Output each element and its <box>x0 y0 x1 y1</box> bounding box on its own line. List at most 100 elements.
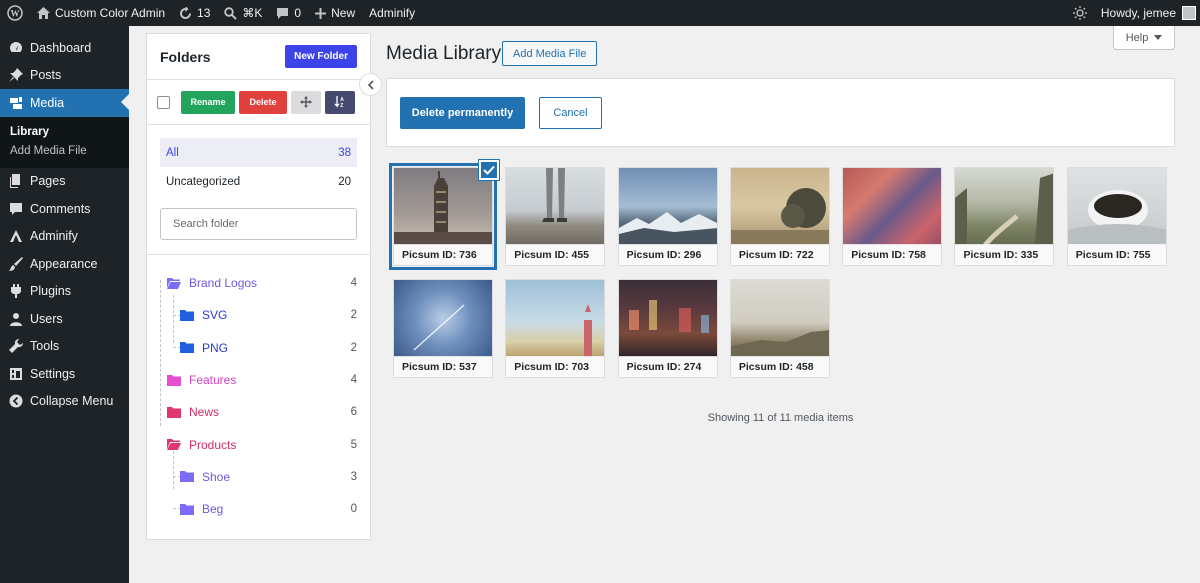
account-menu[interactable]: Howdy, jemee <box>1094 0 1200 26</box>
sidebar-item-label: Adminify <box>30 229 78 244</box>
folder-count: 6 <box>350 406 357 419</box>
selected-checkmark[interactable] <box>479 160 499 180</box>
delete-folder-button[interactable]: Delete <box>239 90 287 114</box>
media-item[interactable]: Picsum ID: 296 <box>617 167 718 266</box>
media-item[interactable]: Picsum ID: 537 <box>393 279 493 378</box>
media-item[interactable]: Picsum ID: 736 <box>389 163 497 270</box>
user-icon <box>10 312 22 326</box>
folder-count: 4 <box>350 277 357 290</box>
search-shortcut: ⌘K <box>242 6 263 20</box>
cancel-button[interactable]: Cancel <box>539 97 602 129</box>
folder-item-products[interactable]: Products 5 <box>147 428 370 460</box>
media-item[interactable]: Picsum ID: 755 <box>1066 167 1167 266</box>
caret-down-icon <box>1154 34 1163 40</box>
folder-icon <box>167 374 181 386</box>
bulk-action-toolbar: Delete permanently Cancel <box>386 78 1175 147</box>
comments-link[interactable]: 0 <box>269 0 308 26</box>
new-label: New <box>331 6 356 20</box>
delete-permanently-button[interactable]: Delete permanently <box>400 97 525 129</box>
folder-count: 4 <box>350 374 357 387</box>
folder-name: Features <box>189 373 237 388</box>
media-caption: Picsum ID: 736 <box>394 244 492 265</box>
site-name: Custom Color Admin <box>55 6 166 20</box>
adminify-link[interactable]: Adminify <box>362 0 422 26</box>
chevron-left-icon <box>367 79 374 90</box>
media-item[interactable]: Picsum ID: 458 <box>729 279 830 378</box>
collapse-icon <box>9 394 23 408</box>
media-caption: Picsum ID: 458 <box>730 356 829 377</box>
submenu-item-library[interactable]: Library <box>0 123 129 142</box>
folder-item-svg[interactable]: SVG 2 <box>147 299 370 331</box>
add-media-file-button[interactable]: Add Media File <box>502 41 598 66</box>
folder-item-brand-logos[interactable]: Brand Logos 4 <box>147 267 370 299</box>
media-caption: Picsum ID: 274 <box>618 356 717 377</box>
search-icon <box>224 6 238 20</box>
folder-uncategorized[interactable]: Uncategorized 20 <box>160 167 357 196</box>
avatar <box>1182 6 1196 20</box>
new-folder-button[interactable]: New Folder <box>285 45 357 68</box>
command-search[interactable]: ⌘K <box>217 0 269 26</box>
folder-open-icon <box>167 277 181 289</box>
rename-button[interactable]: Rename <box>181 90 235 114</box>
site-name-link[interactable]: Custom Color Admin <box>30 0 172 26</box>
sidebar-item-label: Dashboard <box>30 40 92 55</box>
sidebar-item-appearance[interactable]: Appearance <box>0 250 129 278</box>
sidebar-item-label: Comments <box>30 201 91 216</box>
help-tab-button[interactable]: Help <box>1113 26 1175 50</box>
folder-all-count: 38 <box>338 146 351 159</box>
sidebar-item-posts[interactable]: Posts <box>0 62 129 90</box>
media-thumbnail <box>394 168 492 245</box>
media-grid: Picsum ID: 736 Picsum ID: 455 Picsum ID:… <box>389 163 1183 391</box>
folder-tree: Brand Logos 4 SVG 2 PNG 2 Features 4 New… <box>147 254 370 525</box>
folder-item-shoe[interactable]: Shoe 3 <box>147 461 370 493</box>
sidebar-item-label: Collapse Menu <box>30 394 114 409</box>
folder-all[interactable]: All 38 <box>160 138 357 167</box>
folder-count: 0 <box>350 503 357 516</box>
collapse-folders-button[interactable] <box>359 73 382 96</box>
media-caption: Picsum ID: 455 <box>506 244 605 265</box>
sidebar-item-tools[interactable]: Tools <box>0 333 129 361</box>
folder-count: 2 <box>350 309 357 322</box>
media-item[interactable]: Picsum ID: 274 <box>617 279 718 378</box>
media-item[interactable]: Picsum ID: 758 <box>842 167 943 266</box>
folder-count: 5 <box>350 438 357 451</box>
sort-button[interactable]: AZ <box>325 90 355 114</box>
sidebar-item-comments[interactable]: Comments <box>0 195 129 223</box>
new-content-link[interactable]: New <box>308 0 362 26</box>
sidebar-item-pages[interactable]: Pages <box>0 168 129 196</box>
sidebar-item-media[interactable]: Media <box>0 89 129 117</box>
sidebar-item-users[interactable]: Users <box>0 305 129 333</box>
sidebar-item-settings[interactable]: Settings <box>0 360 129 388</box>
media-icon <box>10 96 22 109</box>
wrench-icon <box>9 339 23 354</box>
media-item[interactable]: Picsum ID: 335 <box>954 167 1055 266</box>
sun-icon <box>1072 6 1087 20</box>
sidebar-item-adminify[interactable]: Adminify <box>0 223 129 251</box>
media-count-status: Showing 11 of 11 media items <box>707 412 854 424</box>
search-folder-input[interactable]: Search folder <box>160 208 357 240</box>
folder-item-beg[interactable]: Beg 0 <box>147 493 370 525</box>
media-thumbnail <box>618 280 717 357</box>
media-item[interactable]: Picsum ID: 703 <box>505 279 606 378</box>
move-button[interactable] <box>291 90 321 114</box>
help-label: Help <box>1125 31 1149 44</box>
select-all-checkbox[interactable] <box>157 95 170 109</box>
sidebar-item-dashboard[interactable]: Dashboard <box>0 34 129 62</box>
sort-icon: AZ <box>334 96 344 108</box>
collapse-menu-button[interactable]: Collapse Menu <box>0 388 129 416</box>
media-item[interactable]: Picsum ID: 455 <box>505 167 606 266</box>
media-caption: Picsum ID: 703 <box>506 356 605 377</box>
media-item[interactable]: Picsum ID: 722 <box>729 167 830 266</box>
folder-item-news[interactable]: News 6 <box>147 396 370 428</box>
theme-toggle[interactable] <box>1066 0 1094 26</box>
home-icon <box>37 7 50 19</box>
media-caption: Picsum ID: 296 <box>618 244 717 265</box>
updates-link[interactable]: 13 <box>172 0 217 26</box>
sidebar-item-plugins[interactable]: Plugins <box>0 278 129 306</box>
submenu-item-add-media-file[interactable]: Add Media File <box>0 142 129 161</box>
admin-bar: W Custom Color Admin 13 ⌘K 0 New Adminif… <box>0 0 1200 26</box>
folder-item-png[interactable]: PNG 2 <box>147 332 370 364</box>
media-thumbnail <box>730 280 829 357</box>
folder-item-features[interactable]: Features 4 <box>147 364 370 396</box>
wordpress-logo-icon[interactable]: W <box>0 0 30 26</box>
